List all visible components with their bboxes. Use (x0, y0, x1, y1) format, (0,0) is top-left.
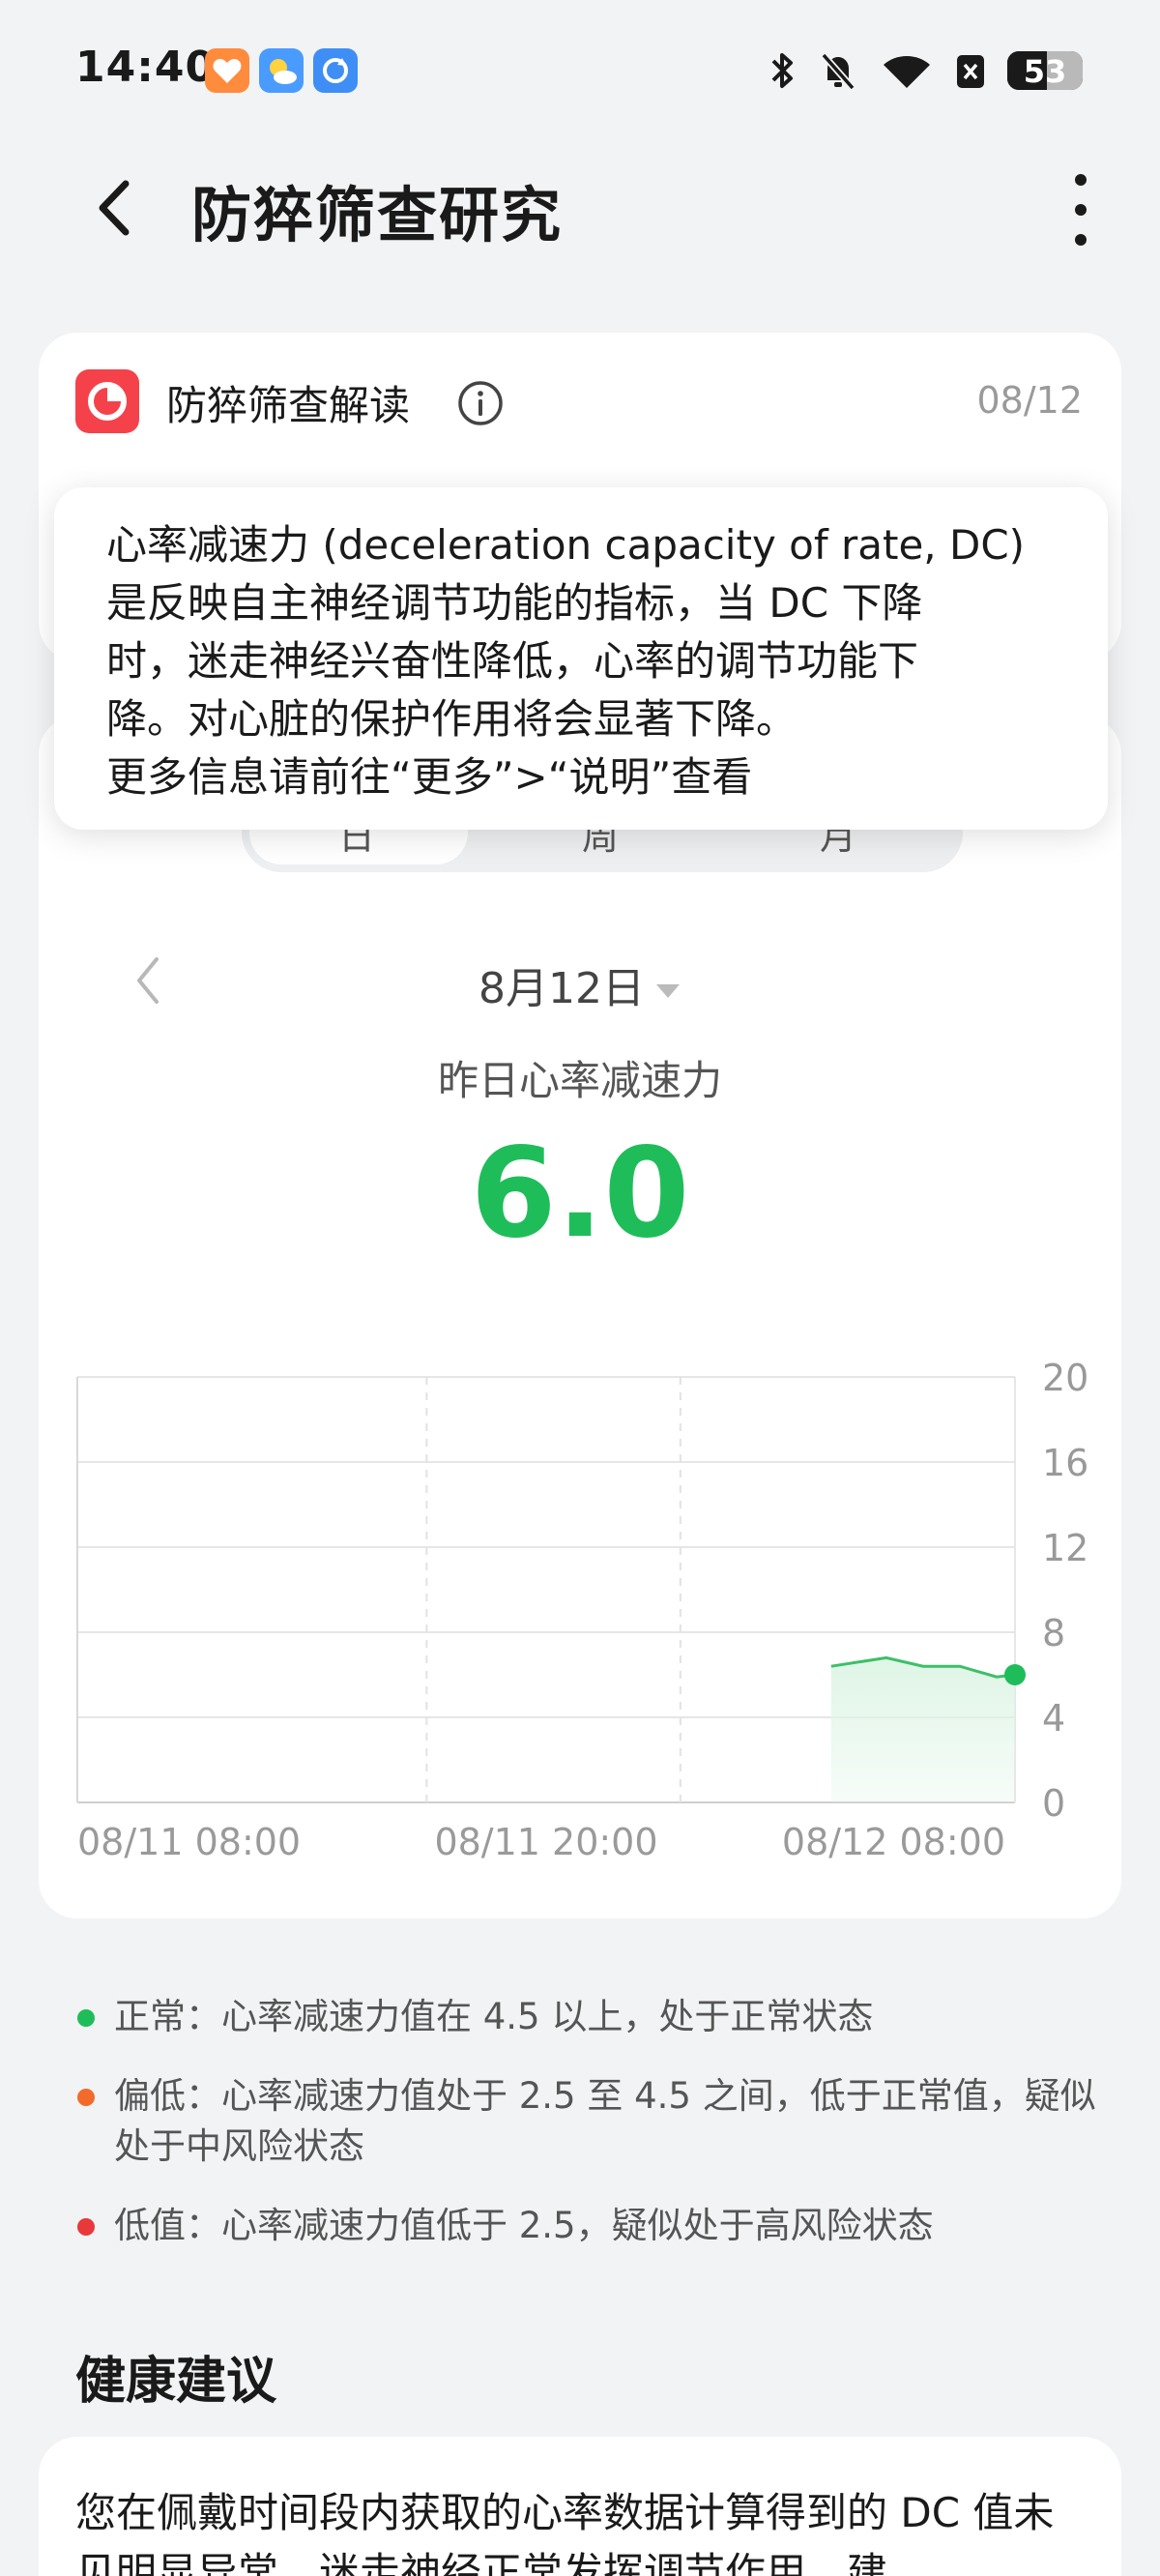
system-icons: 53 (768, 46, 1083, 95)
battery-indicator: 53 (1007, 51, 1083, 90)
series-area (830, 1657, 1015, 1802)
legend-text: 偏低：心率减速力值处于 2.5 至 4.5 之间，低于正常值，疑似处于中风险状态 (114, 2075, 1096, 2167)
tooltip-line: 是反映自主神经调节功能的指标，当 DC 下降 (106, 579, 923, 627)
weather-app-notification-icon (259, 48, 304, 93)
advice-section-title: 健康建议 (75, 2353, 277, 2411)
advice-text: 您在佩戴时间段内获取的心率数据计算得到的 DC 值未见明显异常，迷走神经正常发挥… (75, 2489, 1055, 2576)
page-title: 防猝筛查研究 (191, 180, 564, 250)
advice-card: 您在佩戴时间段内获取的心率数据计算得到的 DC 值未见明显异常，迷走神经正常发挥… (39, 2437, 1121, 2576)
tooltip-line: 心率减速力 (deceleration capacity of rate, DC… (106, 521, 1026, 569)
more-options-button[interactable] (1052, 166, 1110, 253)
y-tick-label: 16 (1042, 1442, 1088, 1484)
legend-item-low: 偏低：心率减速力值处于 2.5 至 4.5 之间，低于正常值，疑似处于中风险状态 (75, 2071, 1100, 2172)
y-tick-label: 4 (1042, 1697, 1065, 1740)
y-tick-label: 0 (1042, 1782, 1065, 1825)
tooltip-line: 更多信息请前往“更多”>“说明”查看 (106, 753, 753, 801)
legend-text: 正常：心率减速力值在 4.5 以上，处于正常状态 (114, 1996, 874, 2037)
legend-dot (77, 2218, 95, 2236)
risk-legend: 正常：心率减速力值在 4.5 以上，处于正常状态 偏低：心率减速力值处于 2.5… (75, 1992, 1100, 2280)
mute-bell-icon (821, 52, 856, 91)
status-time: 14:40 (75, 43, 217, 92)
info-icon[interactable] (456, 379, 505, 427)
legend-item-normal: 正常：心率减速力值在 4.5 以上，处于正常状态 (75, 1992, 1100, 2042)
x-tick-label: 08/12 08:00 (782, 1821, 1005, 1863)
back-button[interactable] (83, 174, 151, 242)
no-sim-icon (957, 55, 984, 88)
pie-chart-icon (75, 369, 139, 433)
legend-text: 低值：心率减速力值低于 2.5，疑似处于高风险状态 (114, 2205, 934, 2246)
metric-card: 日 周 月 8月12日 昨日心率减速力 6.0 0 4 8 12 16 20 08/11 0… (39, 716, 1121, 1918)
legend-dot (77, 2089, 95, 2106)
tooltip-line: 时，迷走神经兴奋性降低，心率的调节功能下 (106, 637, 919, 685)
y-tick-label: 8 (1042, 1612, 1065, 1654)
latest-point-marker (1004, 1664, 1026, 1685)
back-arrow-icon (99, 180, 130, 236)
health-app-notification-icon (205, 48, 249, 93)
interpretation-date: 08/12 (976, 379, 1083, 422)
y-tick-label: 20 (1042, 1357, 1088, 1399)
x-tick-label: 08/11 20:00 (434, 1821, 657, 1863)
y-tick-label: 12 (1042, 1527, 1088, 1569)
legend-item-very-low: 低值：心率减速力值低于 2.5，疑似处于高风险状态 (75, 2201, 1100, 2251)
tooltip-line: 降。对心脏的保护作用将会显著下降。 (106, 695, 798, 743)
legend-dot (77, 2009, 95, 2027)
x-tick-label: 08/11 08:00 (77, 1821, 301, 1863)
bluetooth-icon (771, 53, 793, 88)
more-vertical-icon (1075, 174, 1087, 246)
wifi-icon (884, 56, 930, 88)
battery-level: 53 (1023, 53, 1067, 90)
sync-app-notification-icon (313, 48, 358, 93)
info-tooltip: 心率减速力 (deceleration capacity of rate, DC… (54, 487, 1108, 830)
dc-trend-chart: 0 4 8 12 16 20 08/11 08:00 08/11 20:00 08/12 08:… (76, 1357, 1088, 1863)
app-header: 防猝筛查研究 (0, 145, 1160, 271)
interpretation-title: 防猝筛查解读 (166, 382, 411, 429)
status-bar: 14:40 53 (0, 0, 1160, 145)
